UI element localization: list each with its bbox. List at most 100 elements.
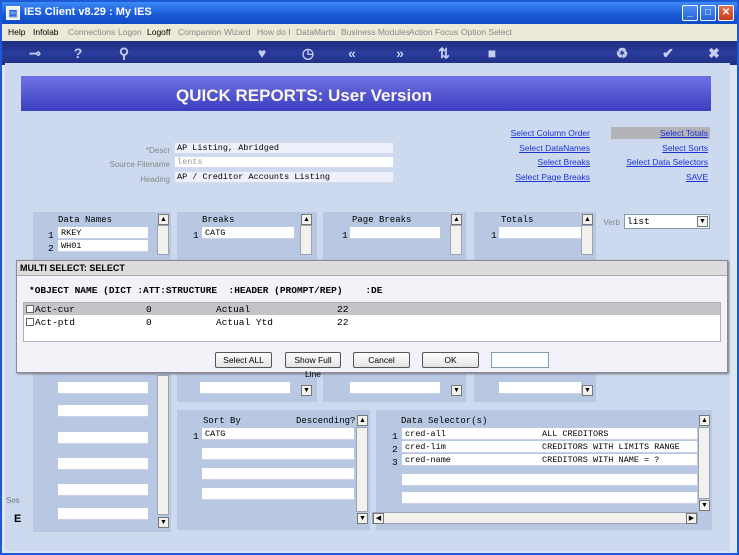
ok-icon[interactable]: ✔ <box>658 43 678 63</box>
selectors-scroll-up[interactable]: ▲ <box>699 415 710 426</box>
breaks-scrollbar[interactable] <box>300 225 312 255</box>
search-icon[interactable]: ⚲ <box>114 43 134 63</box>
stop-icon[interactable]: ■ <box>482 43 502 63</box>
dialog-column-header: *OBJECT NAME (DICT :ATT:STRUCTURE :HEADE… <box>29 285 383 296</box>
selectors-scroll-down[interactable]: ▼ <box>699 500 710 511</box>
menu-business-modules[interactable]: Business Modules <box>341 24 410 41</box>
selector-empty-row[interactable] <box>402 492 697 504</box>
chevron-down-icon[interactable]: ▼ <box>697 216 708 227</box>
cancel-button[interactable]: Cancel <box>353 352 410 368</box>
sort-empty-row[interactable] <box>202 488 354 500</box>
menu-wizard[interactable]: Wizard <box>224 24 250 41</box>
select-page-breaks-link[interactable]: Select Page Breaks <box>480 172 590 182</box>
source-filename-field[interactable]: lents <box>174 156 394 168</box>
sort-row[interactable]: CATG <box>202 428 354 440</box>
selectors-scroll-right[interactable]: ▶ <box>686 513 697 524</box>
select-data-selectors-link[interactable]: Select Data Selectors <box>600 157 708 167</box>
close-window-button[interactable]: ✕ <box>718 5 734 21</box>
page-breaks-scrollbar[interactable] <box>450 225 462 255</box>
save-link[interactable]: SAVE <box>600 172 708 182</box>
menu-help[interactable]: Help <box>8 24 25 41</box>
menu-logoff[interactable]: Logoff <box>147 24 170 41</box>
sort-scroll-down[interactable]: ▼ <box>357 513 368 524</box>
maximize-button[interactable]: □ <box>700 5 716 21</box>
data-names-row[interactable]: WH01 <box>58 240 148 252</box>
close-icon[interactable]: ✖ <box>704 43 724 63</box>
data-names-scroll-down[interactable]: ▼ <box>158 517 169 528</box>
data-names-empty-row[interactable] <box>58 508 148 520</box>
heading-field[interactable]: AP / Creditor Accounts Listing <box>174 171 394 183</box>
totals-scrollbar[interactable] <box>581 225 593 255</box>
page-breaks-scroll-down[interactable]: ▼ <box>451 385 462 396</box>
verb-select[interactable]: list ▼ <box>624 214 710 229</box>
menu-datamarts[interactable]: DataMarts <box>296 24 335 41</box>
show-full-line-button[interactable]: Show Full Line <box>285 352 341 379</box>
select-totals-link[interactable]: Select Totals <box>600 128 708 138</box>
menu-action-focus[interactable]: Action Focus <box>409 24 458 41</box>
page-breaks-empty-row[interactable] <box>350 382 440 394</box>
sort-scroll-up[interactable]: ▲ <box>357 415 368 426</box>
back-icon[interactable]: « <box>342 43 362 63</box>
help-icon[interactable]: ? <box>68 43 88 63</box>
data-names-empty-row[interactable] <box>58 458 148 470</box>
data-names-empty-row[interactable] <box>58 405 148 417</box>
select-sorts-link[interactable]: Select Sorts <box>600 143 708 153</box>
sort-icon[interactable]: ⇅ <box>434 43 454 63</box>
row-checkbox[interactable] <box>26 318 34 326</box>
dialog-list-row[interactable]: Act-cur 0 Actual 22 <box>24 303 720 315</box>
ok-button[interactable]: OK <box>422 352 479 368</box>
selector-row[interactable]: cred-all ALL CREDITORS <box>402 428 697 440</box>
selector-row[interactable]: cred-lim CREDITORS WITH LIMITS RANGE <box>402 441 697 453</box>
breaks-row[interactable]: CATG <box>202 227 294 239</box>
selector-name: cred-all <box>405 429 446 439</box>
menu-option-select[interactable]: Option Select <box>461 24 512 41</box>
selector-empty-row[interactable] <box>402 474 697 486</box>
totals-empty-row[interactable] <box>499 382 581 394</box>
data-names-empty-row[interactable] <box>58 432 148 444</box>
clock-icon[interactable]: ◷ <box>298 43 318 63</box>
breaks-header: Breaks <box>202 215 235 225</box>
minimize-button[interactable]: _ <box>682 5 698 21</box>
forward-icon[interactable]: » <box>390 43 410 63</box>
menu-infolab[interactable]: Infolab <box>33 24 59 41</box>
key-icon[interactable]: ⊸ <box>24 43 46 63</box>
breaks-scroll-up[interactable]: ▲ <box>301 214 312 225</box>
row-checkbox[interactable] <box>26 305 34 313</box>
data-names-scroll-up[interactable]: ▲ <box>158 214 169 225</box>
page-breaks-row[interactable] <box>350 227 440 239</box>
selectors-hscrollbar[interactable] <box>372 512 698 524</box>
select-all-button[interactable]: Select ALL <box>215 352 272 368</box>
sort-empty-row[interactable] <box>202 448 354 460</box>
page-breaks-scroll-up[interactable]: ▲ <box>451 214 462 225</box>
menu-how-do-i[interactable]: How do I <box>257 24 291 41</box>
dialog-list-row[interactable]: Act-ptd 0 Actual Ytd 22 <box>24 316 720 328</box>
select-breaks-link[interactable]: Select Breaks <box>480 157 590 167</box>
dialog-search-input[interactable] <box>491 352 549 368</box>
data-names-scrollbar-lower[interactable] <box>157 375 169 515</box>
descr-field[interactable]: AP Listing, Abridged <box>174 142 394 154</box>
heart-icon[interactable]: ♥ <box>252 43 272 63</box>
sort-scrollbar[interactable] <box>356 427 368 512</box>
selector-description: CREDITORS WITH LIMITS RANGE <box>542 442 680 452</box>
data-names-empty-row[interactable] <box>58 484 148 496</box>
sort-empty-row[interactable] <box>202 468 354 480</box>
selector-row[interactable]: cred-name CREDITORS WITH NAME = ? <box>402 454 697 466</box>
breaks-empty-row[interactable] <box>200 382 290 394</box>
data-names-row[interactable]: RKEY <box>58 227 148 239</box>
recycle-icon[interactable]: ♻ <box>612 43 632 63</box>
menu-logon[interactable]: Logon <box>118 24 142 41</box>
data-names-empty-row[interactable] <box>58 382 148 394</box>
selectors-scroll-left[interactable]: ◀ <box>373 513 384 524</box>
menu-connections[interactable]: Connections <box>68 24 115 41</box>
totals-scroll-down[interactable]: ▼ <box>582 385 593 396</box>
sort-row-num: 1 <box>193 431 199 442</box>
title-bar: ▤ IES Client v8.29 : My IES _ □ ✕ <box>2 2 737 24</box>
select-column-order-link[interactable]: Select Column Order <box>480 128 590 138</box>
select-datanames-link[interactable]: Select DataNames <box>480 143 590 153</box>
menu-companion[interactable]: Companion <box>178 24 221 41</box>
breaks-scroll-down[interactable]: ▼ <box>301 385 312 396</box>
totals-scroll-up[interactable]: ▲ <box>582 214 593 225</box>
totals-row[interactable] <box>499 227 581 239</box>
data-names-scrollbar[interactable] <box>157 225 169 255</box>
selectors-scrollbar[interactable] <box>698 427 710 499</box>
